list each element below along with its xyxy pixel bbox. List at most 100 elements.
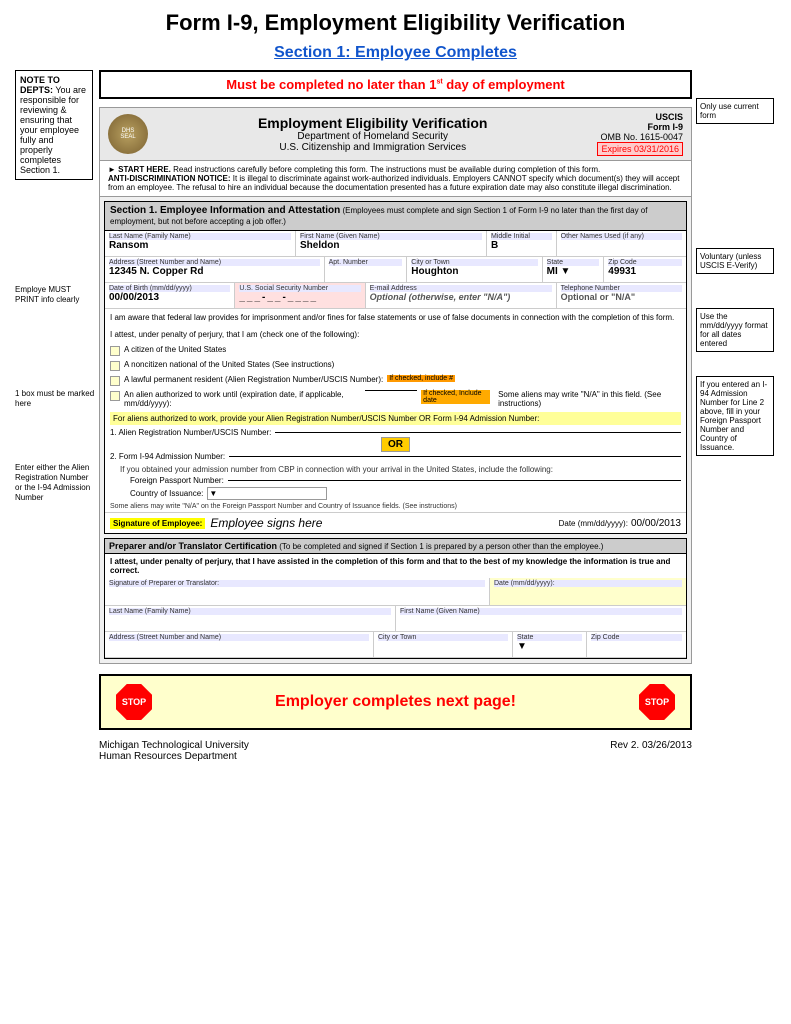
preparer-last-name-value[interactable] <box>109 615 391 629</box>
preparer-sig-value[interactable] <box>109 587 485 603</box>
preparer-address-value[interactable] <box>109 641 369 655</box>
form-title: Employment Eligibility Verification <box>156 115 589 131</box>
attest-text: I attest, under penalty of perjury, that… <box>110 330 359 339</box>
university-name: Michigan Technological University <box>99 740 249 751</box>
some-aliens-note: Some aliens may write "N/A" on the Forei… <box>110 503 681 510</box>
dob-row: Date of Birth (mm/dd/yyyy) 00/00/2013 U.… <box>105 283 686 309</box>
ssn-value: ___-__-____ <box>239 292 360 306</box>
preparer-state-value[interactable]: ▼ <box>517 641 582 655</box>
i94-additional-text: If you obtained your admission number fr… <box>120 465 681 474</box>
left-annotations: NOTE TO DEPTS: You are responsible for r… <box>15 70 95 762</box>
perm-resident-checkbox[interactable] <box>110 376 120 386</box>
must-complete-box: Must be completed no later than 1st day … <box>99 70 692 99</box>
preparer-last-name-cell: Last Name (Family Name) <box>105 606 396 631</box>
bottom-bar: STOP Employer completes next page! STOP <box>99 674 692 730</box>
antidisc-label: ANTI-DISCRIMINATION NOTICE: <box>108 174 231 183</box>
preparer-sig-cell: Signature of Preparer or Translator: <box>105 578 490 605</box>
preparer-title-text: Preparer and/or Translator Certification <box>109 541 277 551</box>
apt-label: Apt. Number <box>329 259 403 266</box>
page-title: Form I-9, Employment Eligibility Verific… <box>15 10 776 36</box>
expires-badge: Expires 03/31/2016 <box>597 142 683 156</box>
foreign-passport-input[interactable] <box>228 480 681 481</box>
middle-initial-value: B <box>491 240 552 254</box>
noncitizen-checkbox[interactable] <box>110 361 120 371</box>
preparer-attest-text: I attest, under penalty of perjury, that… <box>110 557 670 575</box>
country-dropdown[interactable]: ▼ <box>207 487 327 500</box>
employee-must-label: Employe MUST PRINT info clearly <box>15 285 79 304</box>
city-label: City or Town <box>411 259 537 266</box>
form-notice: ► START HERE. Read instructions carefull… <box>100 161 691 197</box>
voluntary-annotation: Voluntary (unless USCIS E-Verify) <box>696 248 776 278</box>
preparer-first-name-value[interactable] <box>400 615 682 629</box>
zip-cell: Zip Code 49931 <box>604 257 686 282</box>
last-name-label: Last Name (Family Name) <box>109 233 291 240</box>
alien-intro-text: For aliens authorized to work, provide y… <box>113 414 539 423</box>
alien-line1: 1. Alien Registration Number/USCIS Numbe… <box>110 428 681 437</box>
use-mmddyyyy-text: Use the mm/dd/yyyy format for all dates … <box>700 312 768 348</box>
alien-checkbox[interactable] <box>110 391 120 401</box>
last-name-value: Ransom <box>109 240 291 254</box>
checkbox-alien[interactable]: An alien authorized to work until (expir… <box>105 388 686 410</box>
state-value: MI ▼ <box>547 266 600 280</box>
preparer-state-label: State <box>517 634 582 641</box>
citizen-checkbox[interactable] <box>110 346 120 356</box>
use-mmddyyyy-annotation: Use the mm/dd/yyyy format for all dates … <box>696 308 776 356</box>
checkbox-citizen[interactable]: A citizen of the United States <box>105 343 686 358</box>
form-label: Form I-9 <box>647 122 683 132</box>
email-cell: E-mail Address Optional (otherwise, ente… <box>366 283 557 308</box>
or-badge: OR <box>381 437 410 452</box>
or-container: OR <box>110 439 681 450</box>
alien-reg-input[interactable] <box>275 432 681 433</box>
preparer-date-value[interactable] <box>494 587 682 601</box>
preparer-sig-label: Signature of Preparer or Translator: <box>109 580 485 587</box>
middle-initial-label: Middle Initial <box>491 233 552 240</box>
form-agency: U.S. Citizenship and Immigration Service… <box>156 142 589 153</box>
phone-placeholder: Optional or "N/A" <box>561 292 682 306</box>
stop-label-left: STOP <box>122 697 146 707</box>
use-mmddyyyy-box: Use the mm/dd/yyyy format for all dates … <box>696 308 774 352</box>
must-complete-text2: day of employment <box>443 77 565 92</box>
signature-row: Signature of Employee: Employee signs he… <box>105 512 686 533</box>
email-placeholder: Optional (otherwise, enter "N/A") <box>370 292 552 306</box>
admission-note-box: If you entered an I-94 Admission Number … <box>696 376 774 456</box>
i94-note-text: If you obtained your admission number fr… <box>120 465 553 474</box>
right-annotations: Only use current form Voluntary (unless … <box>696 70 776 762</box>
section1-box: Section 1. Employee Information and Atte… <box>104 201 687 534</box>
perm-resident-label: A lawful permanent resident (Alien Regis… <box>124 375 383 384</box>
dhs-seal: DHSSEAL <box>108 114 148 154</box>
only-use-annotation: Only use current form <box>696 98 776 128</box>
preparer-city-label: City or Town <box>378 634 508 641</box>
voluntary-box: Voluntary (unless USCIS E-Verify) <box>696 248 774 274</box>
preparer-date-cell: Date (mm/dd/yyyy): <box>490 578 686 605</box>
only-use-text: Only use current form <box>700 102 759 120</box>
i94-input[interactable] <box>229 456 681 457</box>
stop-sign-right: STOP <box>639 684 675 720</box>
preparer-zip-cell: Zip Code <box>587 632 686 657</box>
preparer-first-name-cell: First Name (Given Name) <box>396 606 686 631</box>
foreign-passport-label: Foreign Passport Number: <box>130 476 224 485</box>
alien-line1-label: 1. Alien Registration Number/USCIS Numbe… <box>110 428 271 437</box>
preparer-city-value[interactable] <box>378 641 508 655</box>
preparer-address-label: Address (Street Number and Name) <box>109 634 369 641</box>
form-header-right: USCIS Form I-9 OMB No. 1615-0047 Expires… <box>597 112 683 156</box>
section1-title-text: Section 1. Employee Information and Atte… <box>110 205 340 216</box>
checkbox-noncitizen[interactable]: A noncitizen national of the United Stat… <box>105 358 686 373</box>
form-dept: Department of Homeland Security <box>156 131 589 142</box>
revision-info: Rev 2. 03/26/2013 <box>610 740 692 762</box>
alien-line2: 2. Form I-94 Admission Number: <box>110 452 681 461</box>
foreign-passport-row: Foreign Passport Number: <box>130 476 681 485</box>
must-complete-text: Must be completed no later than 1 <box>226 77 436 92</box>
one-box-annotation: 1 box must be marked here <box>15 388 95 408</box>
checkbox-permanent-resident[interactable]: A lawful permanent resident (Alien Regis… <box>105 373 686 388</box>
state-label: State <box>547 259 600 266</box>
state-cell: State MI ▼ <box>543 257 605 282</box>
voluntary-text: Voluntary (unless USCIS E-Verify) <box>700 252 761 270</box>
dob-value: 00/00/2013 <box>109 292 230 306</box>
ssn-label: U.S. Social Security Number <box>239 285 360 292</box>
form-card: DHSSEAL Employment Eligibility Verificat… <box>99 107 692 664</box>
address-value: 12345 N. Copper Rd <box>109 266 320 280</box>
note-text: You are responsible for reviewing & ensu… <box>20 85 86 175</box>
preparer-zip-value[interactable] <box>591 641 682 655</box>
preparer-state-cell: State ▼ <box>513 632 587 657</box>
some-aliens-note-text: Some aliens may write "N/A" on the Forei… <box>110 503 457 510</box>
